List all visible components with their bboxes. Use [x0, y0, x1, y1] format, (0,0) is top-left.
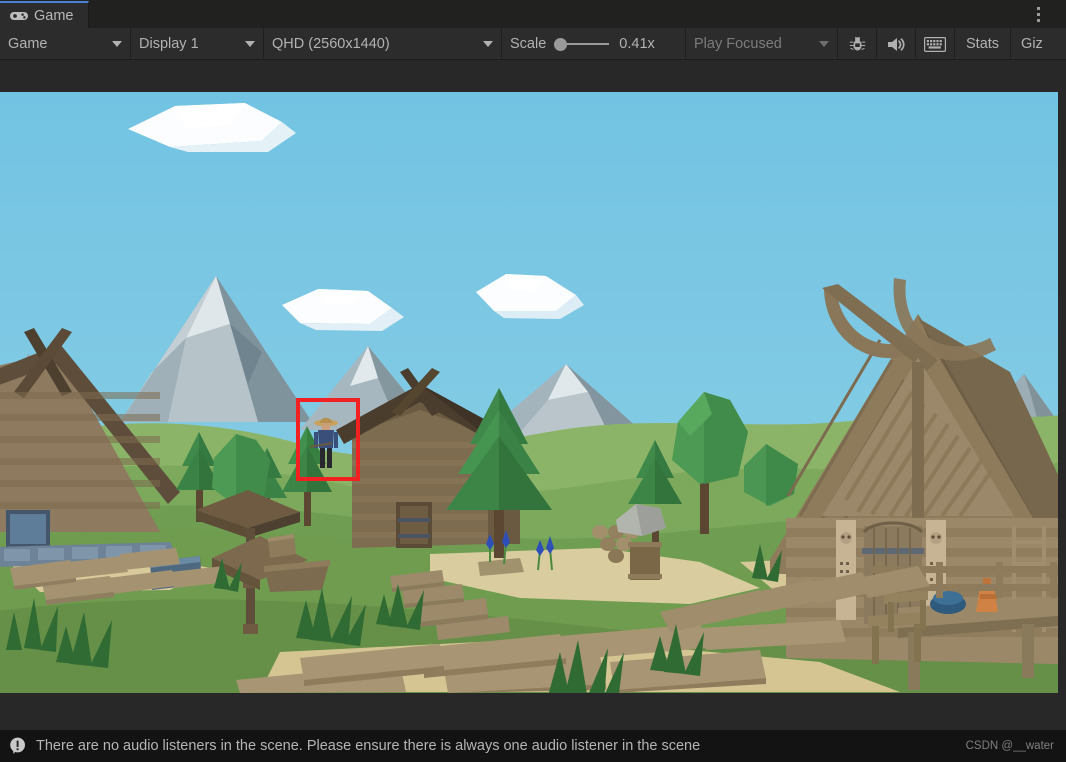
totem-pillar [836, 520, 856, 620]
chevron-down-icon [112, 41, 122, 47]
bug-icon [849, 36, 865, 51]
status-message: There are no audio listeners in the scen… [36, 738, 701, 754]
stats-label: Stats [966, 36, 1000, 52]
viewport-letterbox-top [0, 60, 1066, 92]
gizmos-dropdown[interactable]: Giz [1011, 28, 1053, 60]
more-options-icon[interactable] [1028, 4, 1048, 24]
scale-value: 0.41x [619, 36, 655, 52]
tab-game-label: Game [34, 7, 74, 24]
play-mode-dropdown[interactable]: Play Focused [686, 28, 838, 60]
gamepad-icon [10, 11, 28, 20]
game-view-toolbar: Game Display 1 QHD (2560x1440) Scale 0.4… [0, 28, 1066, 60]
barrel [628, 542, 662, 580]
mute-audio-button[interactable] [877, 28, 916, 60]
shortcuts-button[interactable] [916, 28, 955, 60]
resolution-value: QHD (2560x1440) [272, 36, 390, 52]
gizmos-label: Giz [1021, 36, 1043, 52]
view-mode-dropdown[interactable]: Game [0, 28, 131, 60]
viewport-letterbox-right [1058, 92, 1066, 693]
resolution-dropdown[interactable]: QHD (2560x1440) [264, 28, 502, 60]
watermark-text: CSDN @__water [965, 740, 1054, 752]
debug-toggle-button[interactable] [838, 28, 877, 60]
scale-slider-track[interactable] [567, 43, 610, 45]
game-viewport[interactable] [0, 92, 1058, 693]
speaker-mute-icon [888, 37, 905, 51]
warning-console-icon [10, 737, 25, 754]
scale-slider-handle[interactable] [554, 37, 568, 51]
chevron-down-icon [245, 41, 255, 47]
display-value: Display 1 [139, 36, 199, 52]
view-mode-value: Game [8, 36, 48, 52]
scale-slider[interactable] [554, 37, 610, 51]
scale-label: Scale [510, 36, 547, 52]
rendered-game-scene [0, 92, 1058, 693]
keyboard-icon [924, 36, 946, 52]
scale-slider-group[interactable]: Scale 0.41x [502, 28, 686, 60]
viewport-letterbox-bottom [0, 693, 1066, 730]
tab-game[interactable]: Game [0, 1, 89, 28]
tab-strip: Game [0, 0, 1066, 28]
stats-toggle-button[interactable]: Stats [955, 28, 1012, 60]
chevron-down-icon [819, 41, 829, 47]
selection-rectangle [296, 398, 360, 481]
chevron-down-icon [483, 41, 493, 47]
play-mode-value: Play Focused [694, 36, 782, 52]
display-dropdown[interactable]: Display 1 [131, 28, 264, 60]
status-bar[interactable]: There are no audio listeners in the scen… [0, 730, 1066, 762]
